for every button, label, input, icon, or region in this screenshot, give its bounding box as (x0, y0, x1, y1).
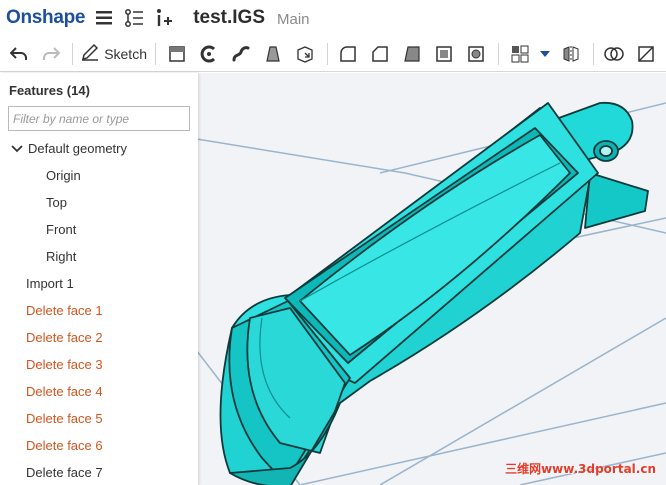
version-graph-icon[interactable] (123, 7, 145, 29)
feature-item-front[interactable]: Front (0, 216, 198, 243)
loft-icon[interactable] (260, 41, 285, 67)
onshape-logo[interactable]: Onshape (6, 7, 86, 29)
feature-label: Delete face 3 (26, 357, 103, 372)
feature-label: Default geometry (28, 141, 127, 156)
chevron-down-icon[interactable] (539, 41, 551, 67)
feature-label: Delete face 2 (26, 330, 103, 345)
panel-title: Features (14) (9, 83, 90, 98)
feature-item-right[interactable]: Right (0, 243, 198, 270)
feature-label: Delete face 4 (26, 384, 103, 399)
chamfer-icon[interactable] (368, 41, 393, 67)
draft-icon[interactable] (400, 41, 425, 67)
sketch-button[interactable]: Sketch (81, 41, 147, 67)
thicken-icon[interactable] (292, 41, 317, 67)
feature-label: Import 1 (26, 276, 74, 291)
sketch-pencil-icon (81, 43, 99, 64)
extrude-icon[interactable] (164, 41, 189, 67)
feature-item-delete-face[interactable]: Delete face 4 (0, 378, 198, 405)
feature-item-delete-face[interactable]: Delete face 7 (0, 459, 198, 485)
feature-item-top[interactable]: Top (0, 189, 198, 216)
undo-icon[interactable] (6, 41, 31, 67)
revolve-icon[interactable] (196, 41, 221, 67)
insert-icon[interactable] (153, 7, 175, 29)
fillet-icon[interactable] (335, 41, 360, 67)
feature-label: Top (46, 195, 67, 210)
sketch-label: Sketch (104, 45, 147, 62)
chevron-down-icon[interactable] (10, 142, 24, 156)
feature-item-delete-face[interactable]: Delete face 6 (0, 432, 198, 459)
feature-list-panel: Features (14) Default geometry Origin To… (0, 73, 198, 485)
feature-item-delete-face[interactable]: Delete face 2 (0, 324, 198, 351)
pattern-icon[interactable] (507, 41, 532, 67)
mirror-icon[interactable] (559, 41, 584, 67)
feature-label: Delete face 6 (26, 438, 103, 453)
document-title[interactable]: test.IGS (193, 7, 265, 29)
shell-icon[interactable] (432, 41, 457, 67)
feature-item-import[interactable]: Import 1 (0, 270, 198, 297)
feature-item-delete-face[interactable]: Delete face 5 (0, 405, 198, 432)
feature-tree: Default geometry Origin Top Front Right … (0, 135, 198, 485)
toolbar-divider (326, 42, 328, 65)
feature-item-origin[interactable]: Origin (0, 162, 198, 189)
feature-label: Delete face 7 (26, 465, 103, 480)
toolbar-divider (498, 42, 499, 65)
redo-icon[interactable] (38, 41, 63, 67)
site-watermark: 三维网www.3dportal.cn (505, 462, 656, 476)
workspace-name[interactable]: Main (277, 11, 310, 28)
feature-label: Delete face 1 (26, 303, 103, 318)
split-icon[interactable] (634, 41, 659, 67)
feature-label: Right (46, 249, 77, 264)
feature-toolbar: Sketch (0, 36, 666, 72)
feature-label: Front (46, 222, 77, 237)
toolbar-divider (155, 42, 156, 65)
sweep-icon[interactable] (228, 41, 253, 67)
feature-item-delete-face[interactable]: Delete face 3 (0, 351, 198, 378)
feature-label: Delete face 5 (26, 411, 103, 426)
boolean-icon[interactable] (602, 41, 627, 67)
feature-item-default-geometry[interactable]: Default geometry (0, 135, 198, 162)
hole-icon[interactable] (464, 41, 489, 67)
toolbar-divider (592, 42, 594, 65)
feature-label: Origin (46, 168, 81, 183)
feature-item-delete-face[interactable]: Delete face 1 (0, 297, 198, 324)
toolbar-divider (72, 42, 74, 65)
menu-icon[interactable] (93, 7, 115, 29)
feature-filter-input[interactable] (8, 106, 190, 131)
top-bar: Onshape test.IGS Main (0, 0, 666, 36)
